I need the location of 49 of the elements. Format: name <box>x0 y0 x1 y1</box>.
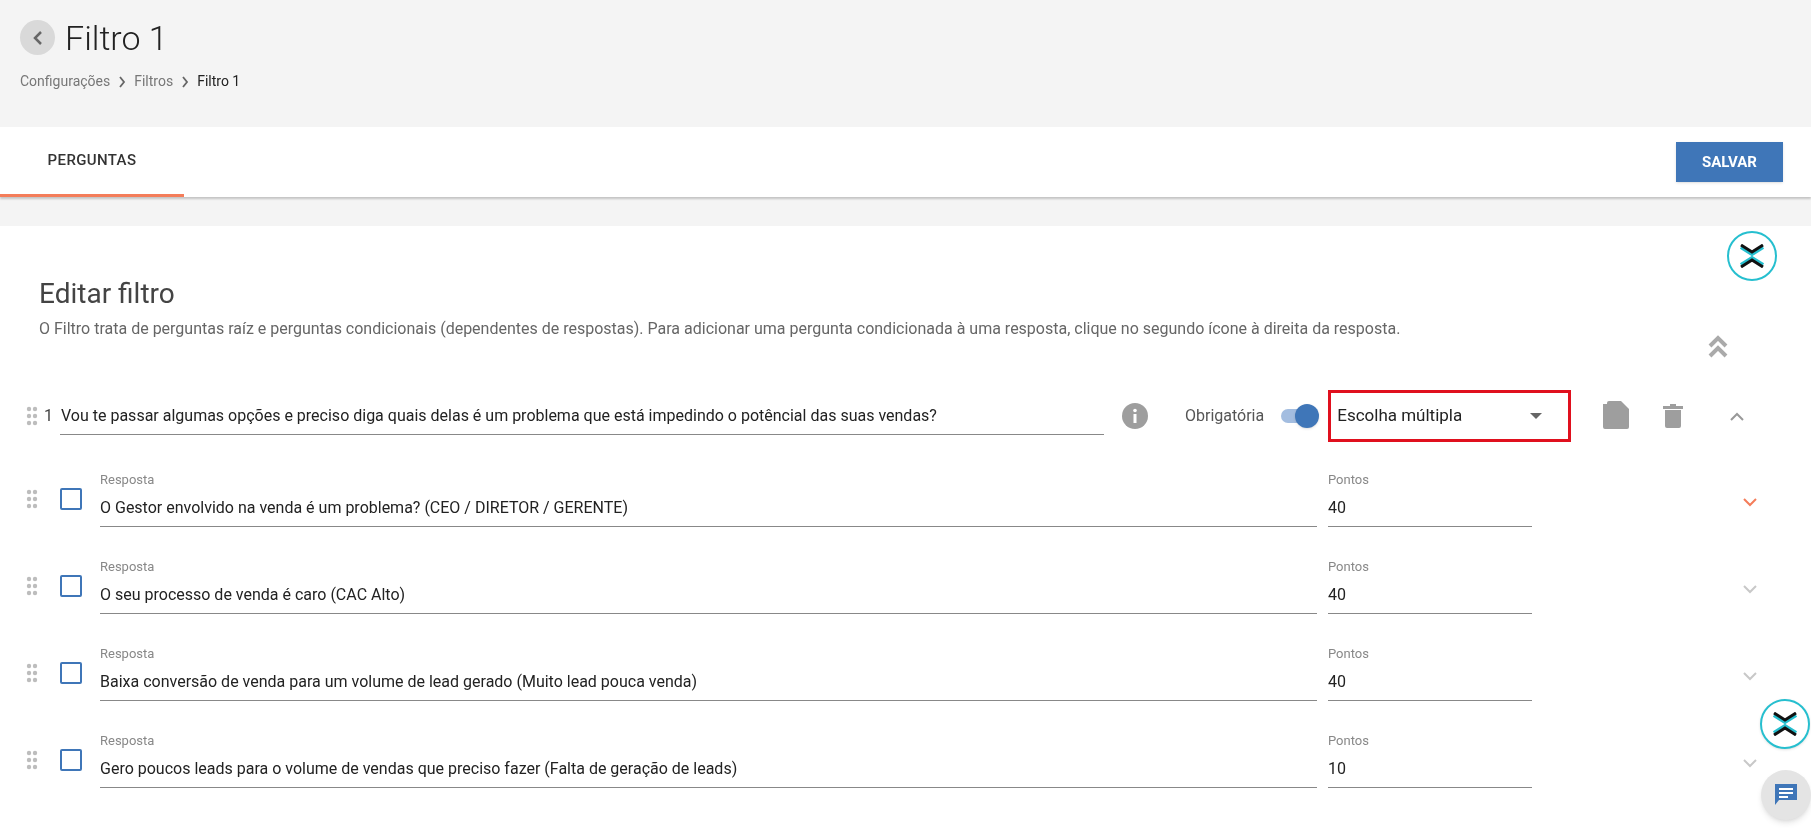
back-button[interactable] <box>20 20 55 55</box>
question-number: 1 <box>44 405 54 427</box>
answer-field[interactable]: Resposta O seu processo de venda é caro (CAC Alto) <box>100 557 1317 614</box>
answer-field[interactable]: Resposta Baixa conversão de venda para um volume de lead gerado (Muito lead pouca venda) <box>100 644 1317 701</box>
breadcrumb-item: Filtro 1 <box>197 72 241 91</box>
section-title: Editar filtro <box>39 276 176 311</box>
chevron-right-icon <box>118 75 127 88</box>
chevron-down-icon <box>1742 496 1758 507</box>
save-button[interactable]: SALVAR <box>1676 142 1783 182</box>
points-field[interactable]: Pontos 40 <box>1328 470 1532 527</box>
page-title: Filtro 1 <box>65 20 168 55</box>
points-field[interactable]: Pontos 10 <box>1328 731 1532 788</box>
chevron-down-icon <box>1742 583 1758 594</box>
delete-button[interactable] <box>1663 404 1684 428</box>
tab[interactable]: PERGUNTAS <box>0 127 184 197</box>
answer-checkbox[interactable] <box>60 661 82 684</box>
answer-checkbox[interactable] <box>60 574 82 597</box>
chevron-down-icon <box>1742 670 1758 681</box>
answer-checkbox[interactable] <box>60 748 82 771</box>
question-input[interactable]: Vou te passar algumas opções e preciso diga quais delas é um problema que está impedindo o potêncial das suas vendas? <box>60 397 1104 435</box>
info-icon[interactable] <box>1122 403 1148 429</box>
drag-handle-icon[interactable] <box>26 662 38 683</box>
trash-icon <box>1663 404 1684 428</box>
required-label: Obrigatória <box>1185 405 1265 427</box>
breadcrumb-item[interactable]: Configurações <box>20 71 111 92</box>
breadcrumb-item[interactable]: Filtros <box>134 71 174 92</box>
answer-checkbox[interactable] <box>60 487 82 510</box>
points-field[interactable]: Pontos 40 <box>1328 644 1532 701</box>
required-toggle[interactable] <box>1281 404 1318 428</box>
copy-icon <box>1603 401 1630 431</box>
dropdown-caret-icon <box>1530 413 1543 419</box>
question-type-select[interactable]: Escolha múltipla <box>1328 390 1572 442</box>
chevron-up-icon <box>1729 411 1746 421</box>
drag-handle-icon[interactable] <box>26 406 38 426</box>
chevron-right-icon <box>181 75 190 88</box>
answer-field[interactable]: Resposta O Gestor envolvido na venda é um problema? (CEO / DIRETOR / GERENTE) <box>100 470 1317 527</box>
chevron-left-icon <box>32 29 43 46</box>
collapse-icon <box>1772 712 1798 736</box>
copy-button[interactable] <box>1603 401 1630 431</box>
drag-handle-icon[interactable] <box>26 488 38 509</box>
collapse-all-button[interactable] <box>1727 231 1777 281</box>
chevron-down-icon <box>1742 757 1758 768</box>
points-field[interactable]: Pontos 40 <box>1328 557 1532 614</box>
drag-handle-icon[interactable] <box>26 575 38 596</box>
collapse-icon <box>1739 244 1765 268</box>
double-chevron-up-icon <box>1708 335 1728 359</box>
drag-handle-icon[interactable] <box>26 749 38 770</box>
answer-field[interactable]: Resposta Gero poucos leads para o volume de vendas que preciso fazer (Falta de geração de leads) <box>100 731 1317 788</box>
section-description: O Filtro trata de perguntas raíz e perguntas condicionais (dependentes de respostas). Para adicionar uma pergunta condicionada à uma resposta, clique no segundo ícone à direita da resposta. <box>39 318 1402 340</box>
